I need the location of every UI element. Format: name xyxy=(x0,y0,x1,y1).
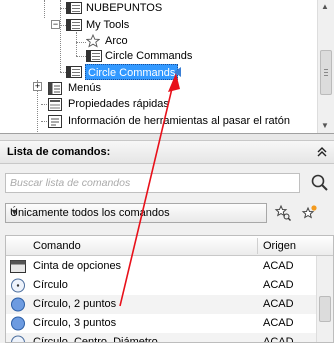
column-header-origin[interactable]: Origen xyxy=(263,240,296,252)
find-command-button[interactable] xyxy=(272,203,294,223)
table-row[interactable]: Círculo ACAD xyxy=(6,276,316,295)
table-row[interactable]: Círculo, 2 puntos ACAD xyxy=(6,295,316,314)
expand-toggle[interactable]: + xyxy=(33,82,42,91)
tree-item-label: Circle Commands xyxy=(105,50,193,62)
tree-item-label: Información de herramientas al pasar el … xyxy=(68,115,290,127)
circle-icon xyxy=(11,278,25,293)
command-name: Círculo, 3 puntos xyxy=(33,317,117,329)
command-origin: ACAD xyxy=(263,260,294,272)
scroll-up-icon[interactable]: ▲ xyxy=(321,2,329,11)
tree-item-label: Propiedades rápidas xyxy=(68,98,169,110)
table-icon xyxy=(66,66,82,78)
search-input[interactable]: Buscar lista de comandos xyxy=(5,173,300,193)
command-origin: ACAD xyxy=(263,317,294,329)
table-icon xyxy=(66,2,82,14)
tree-item-label: My Tools xyxy=(86,19,130,31)
search-button[interactable] xyxy=(309,172,331,194)
double-chevron-up-icon xyxy=(317,147,327,157)
customizations-tree[interactable]: − + NUBEPUNTOS My Tools Arco Circle Comm… xyxy=(0,0,334,134)
command-name: Cinta de opciones xyxy=(33,260,122,272)
table-row[interactable]: Círculo, Centro, Diámetro ACAD xyxy=(6,333,316,343)
ribbon-icon xyxy=(10,260,26,273)
panel-header: Lista de comandos: xyxy=(0,140,334,164)
command-name: Círculo, Centro, Diámetro xyxy=(33,336,158,343)
search-placeholder: Buscar lista de comandos xyxy=(10,177,131,189)
command-origin: ACAD xyxy=(263,298,294,310)
circle-icon xyxy=(11,335,25,342)
command-name: Círculo xyxy=(33,279,68,291)
command-list-table[interactable]: Comando Origen Cinta de opciones ACAD Cí… xyxy=(5,235,334,343)
command-filter-dropdown[interactable]: Únicamente todos los comandos ▼ xyxy=(5,203,267,223)
properties-icon xyxy=(48,98,62,111)
tree-item-label: Menús xyxy=(68,82,102,94)
table-row[interactable]: Círculo, 3 puntos ACAD xyxy=(6,314,316,333)
table-icon xyxy=(86,50,102,62)
scrollbar-thumb[interactable] xyxy=(320,50,332,95)
command-name: Círculo, 2 puntos xyxy=(33,298,117,310)
panel-title: Lista de comandos: xyxy=(7,146,111,158)
star-search-icon xyxy=(274,204,291,221)
collapse-panel-button[interactable] xyxy=(315,144,329,160)
table-row[interactable]: Cinta de opciones ACAD xyxy=(6,257,316,276)
new-command-button[interactable] xyxy=(298,203,320,223)
tree-item-label: Circle Commands xyxy=(85,64,179,80)
drop-marker-icon xyxy=(174,67,181,77)
command-origin: ACAD xyxy=(263,336,294,343)
star-icon xyxy=(86,34,100,48)
menu-icon xyxy=(48,82,62,95)
scrollbar-thumb[interactable] xyxy=(319,296,331,322)
tooltip-icon xyxy=(48,115,62,128)
collapse-toggle[interactable]: − xyxy=(51,20,60,29)
circle-icon xyxy=(11,297,25,312)
scroll-down-icon[interactable]: ▼ xyxy=(321,121,329,130)
search-icon xyxy=(311,174,328,191)
chevron-down-icon: ▼ xyxy=(10,207,19,217)
new-star-icon xyxy=(301,205,317,219)
table-header: Comando Origen xyxy=(6,236,333,256)
command-list-panel: Lista de comandos: Buscar lista de coman… xyxy=(0,140,334,343)
tree-scrollbar[interactable]: ▲ ▼ xyxy=(317,0,334,133)
circle-icon xyxy=(11,316,25,331)
command-origin: ACAD xyxy=(263,279,294,291)
tree-item-label: NUBEPUNTOS xyxy=(86,2,163,14)
column-header-command[interactable]: Comando xyxy=(33,240,81,252)
table-icon xyxy=(66,19,82,31)
command-list-scrollbar[interactable] xyxy=(316,256,333,342)
